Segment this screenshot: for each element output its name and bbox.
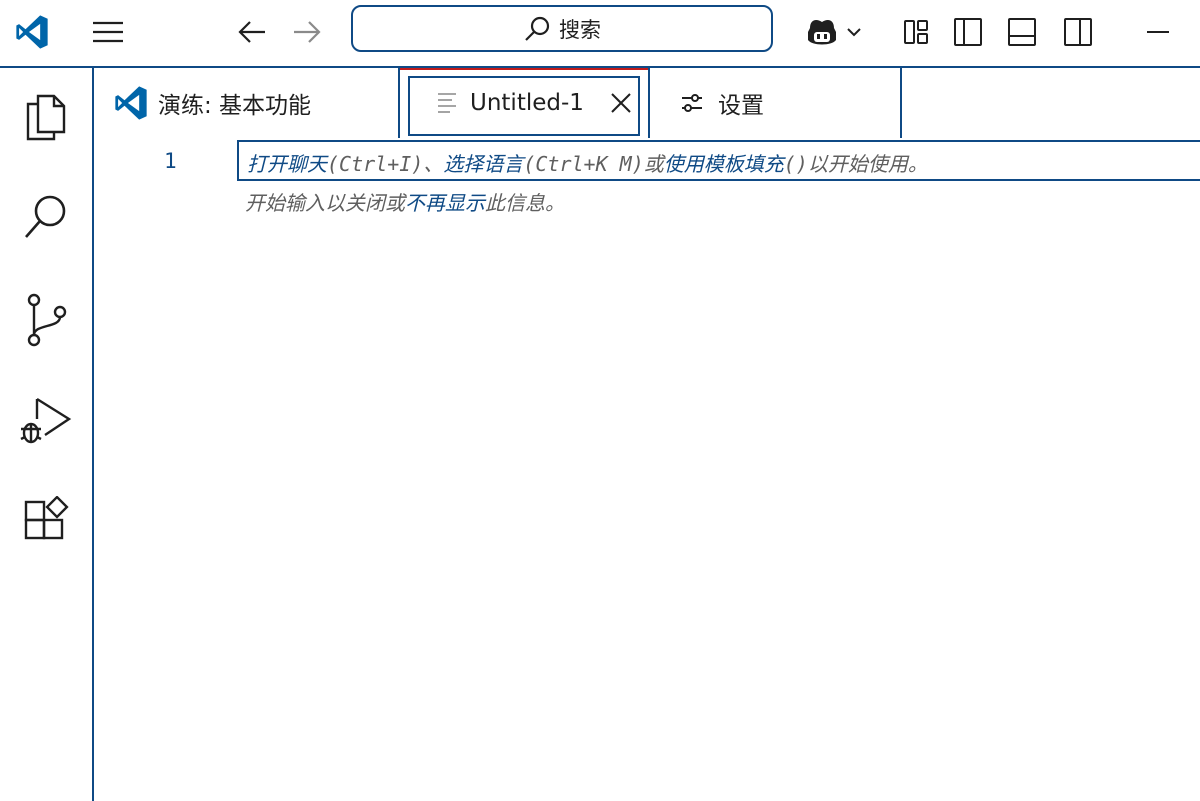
editor-area[interactable]: 1 打开聊天(Ctrl+I)、选择语言(Ctrl+K M)或使用模板填充()以开… bbox=[94, 138, 1200, 801]
activity-source-control[interactable] bbox=[0, 280, 92, 360]
copilot-button[interactable] bbox=[798, 10, 868, 54]
copilot-icon bbox=[804, 16, 840, 48]
tab-label: 设置 bbox=[718, 93, 764, 119]
tab-label: Untitled-1 bbox=[470, 90, 584, 116]
tab-walkthrough[interactable]: 演练: 基本功能 bbox=[94, 68, 399, 138]
select-language-link[interactable]: 选择语言 bbox=[443, 152, 523, 176]
hamburger-menu-icon[interactable] bbox=[86, 12, 130, 52]
tab-settings[interactable]: 设置 bbox=[650, 68, 902, 138]
arrow-left-icon[interactable] bbox=[232, 12, 272, 52]
close-icon[interactable] bbox=[610, 92, 632, 114]
empty-editor-hint: 打开聊天(Ctrl+I)、选择语言(Ctrl+K M)或使用模板填充()以开始使… bbox=[237, 140, 1200, 181]
hint-line2-suffix: 此信息。 bbox=[485, 191, 565, 215]
tab-label: 演练: 基本功能 bbox=[158, 93, 312, 119]
open-chat-link[interactable]: 打开聊天 bbox=[247, 152, 327, 176]
vscode-logo-icon bbox=[114, 86, 148, 120]
activity-extensions[interactable] bbox=[0, 480, 92, 560]
hint-separator: 、 bbox=[423, 152, 444, 176]
hint-suffix: 以开始使用。 bbox=[807, 152, 928, 176]
hint-or: 或 bbox=[643, 152, 664, 176]
line-number: 1 bbox=[164, 149, 177, 173]
toggle-panel-icon[interactable] bbox=[1002, 12, 1042, 52]
file-text-icon bbox=[436, 90, 458, 116]
extensions-icon bbox=[22, 496, 70, 544]
files-explorer-icon bbox=[22, 92, 70, 142]
run-debug-icon bbox=[19, 393, 73, 447]
customize-layout-icon[interactable] bbox=[896, 12, 936, 52]
editor-tab-bar: 演练: 基本功能 Untitled-1 设置 bbox=[94, 68, 1200, 138]
command-center-search[interactable]: 搜索 bbox=[351, 5, 773, 52]
hint-line-2: 开始输入以关闭或不再显示此信息。 bbox=[245, 187, 565, 216]
vscode-logo-icon bbox=[12, 12, 52, 52]
search-icon bbox=[22, 193, 70, 243]
activity-bar bbox=[0, 68, 94, 801]
tab-untitled-1[interactable]: Untitled-1 bbox=[398, 68, 650, 138]
toggle-secondary-sidebar-icon[interactable] bbox=[1058, 12, 1098, 52]
hint-line2-prefix: 开始输入以关闭或 bbox=[245, 191, 405, 215]
select-language-shortcut: (Ctrl+K M) bbox=[523, 152, 644, 176]
settings-sliders-icon bbox=[680, 92, 704, 114]
arrow-right-icon[interactable] bbox=[287, 12, 327, 52]
activity-search[interactable] bbox=[0, 178, 92, 258]
fill-template-shortcut: () bbox=[783, 152, 808, 176]
search-label: 搜索 bbox=[559, 17, 601, 42]
title-bar: 搜索 bbox=[0, 0, 1200, 68]
search-icon bbox=[523, 15, 551, 43]
source-control-icon bbox=[22, 292, 70, 348]
chevron-down-icon bbox=[846, 26, 862, 38]
hint-line-1: 打开聊天(Ctrl+I)、选择语言(Ctrl+K M)或使用模板填充()以开始使… bbox=[247, 148, 928, 177]
minimize-icon[interactable] bbox=[1136, 12, 1180, 52]
dont-show-again-link[interactable]: 不再显示 bbox=[405, 191, 485, 215]
active-tab-indicator bbox=[400, 68, 648, 70]
open-chat-shortcut: (Ctrl+I) bbox=[327, 152, 424, 176]
activity-explorer[interactable] bbox=[0, 77, 92, 157]
fill-template-link[interactable]: 使用模板填充 bbox=[664, 152, 784, 176]
toggle-primary-sidebar-icon[interactable] bbox=[948, 12, 988, 52]
activity-run-debug[interactable] bbox=[0, 380, 92, 460]
